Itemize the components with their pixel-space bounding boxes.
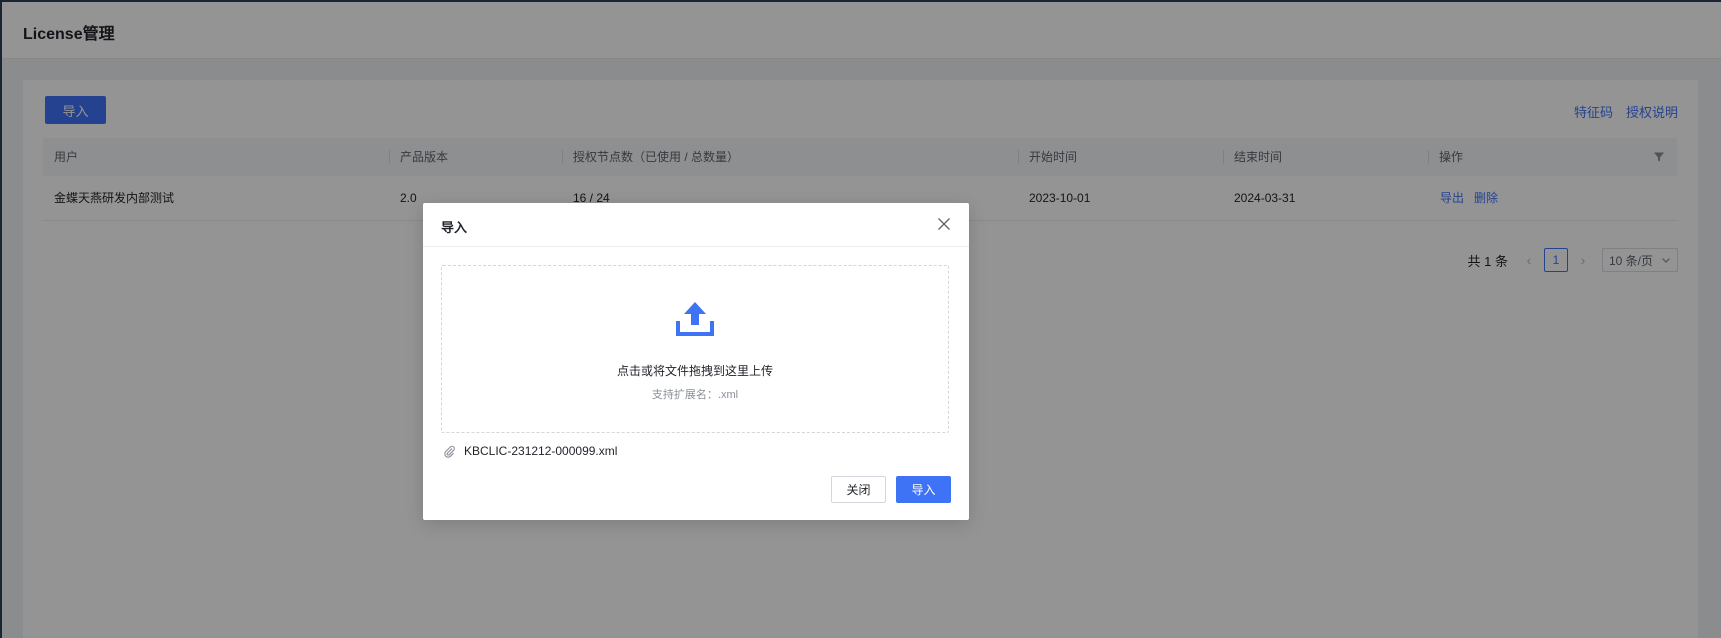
modal-header: 导入 [423,203,969,247]
dropzone-instruction: 点击或将文件拖拽到这里上传 [616,364,773,378]
app-window: License管理 导入 特征码 授权说明 用户 产品版本 授权节点数（已使用 … [2,2,1721,638]
close-icon[interactable] [937,217,951,231]
close-button[interactable]: 关闭 [831,476,886,503]
confirm-import-button[interactable]: 导入 [896,476,951,503]
upload-dropzone[interactable]: 点击或将文件拖拽到这里上传 支持扩展名：.xml [441,265,949,433]
uploaded-file-item: KBCLIC-231212-000099.xml [443,444,617,458]
paperclip-icon [444,445,455,458]
upload-icon [676,302,714,336]
dropzone-hint: 支持扩展名：.xml [651,389,739,401]
modal-title: 导入 [441,220,468,235]
uploaded-file-name[interactable]: KBCLIC-231212-000099.xml [464,444,617,458]
import-modal: 导入 点击或将文件拖拽到这里上传 支持扩展名：.xml KBCLIC-23121… [423,203,969,520]
